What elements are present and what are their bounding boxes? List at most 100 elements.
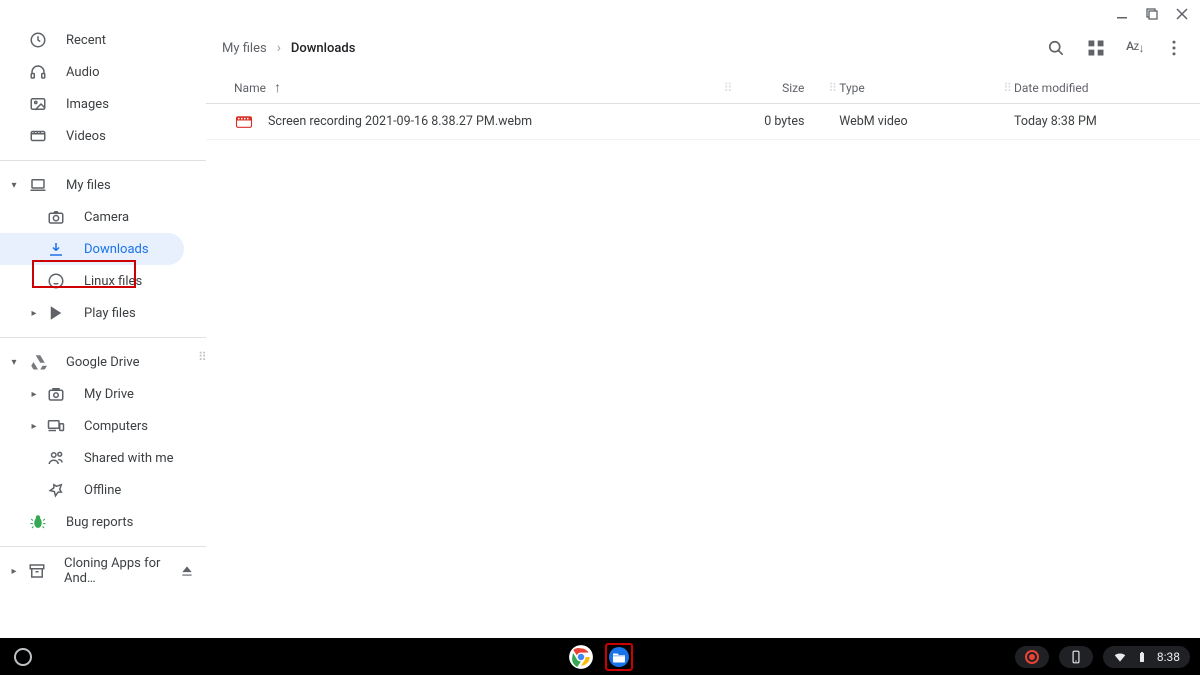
chevron-right-icon: › [277, 40, 281, 56]
sidebar-item-label: My Drive [84, 387, 134, 402]
image-icon [28, 94, 48, 114]
more-options-button[interactable] [1164, 38, 1184, 58]
minimize-button[interactable] [1114, 6, 1130, 22]
phone-hub-button[interactable] [1059, 646, 1093, 668]
sidebar-item-linux[interactable]: Linux files [0, 265, 206, 297]
file-name: Screen recording 2021-09-16 8.38.27 PM.w… [268, 114, 720, 129]
sidebar-item-videos[interactable]: Videos [0, 120, 206, 152]
sidebar-item-mydrive[interactable]: ▸ My Drive [0, 378, 206, 410]
column-header-size[interactable]: Size [734, 81, 824, 95]
window-controls [1114, 6, 1190, 22]
laptop-icon [28, 175, 48, 195]
sidebar-item-downloads[interactable]: Downloads [0, 233, 184, 265]
file-type: WebM video [839, 114, 999, 129]
chevron-right-icon[interactable]: ▸ [28, 388, 40, 400]
sidebar-item-label: Computers [84, 419, 148, 434]
sidebar-item-bugreports[interactable]: Bug reports [0, 506, 206, 538]
divider [0, 160, 206, 161]
shelf: 8:38 [0, 638, 1200, 675]
battery-icon [1135, 650, 1149, 664]
video-file-icon [234, 112, 254, 132]
wifi-icon [1113, 650, 1127, 664]
phone-icon [1069, 650, 1083, 664]
people-icon [46, 448, 66, 468]
sidebar-item-images[interactable]: Images [0, 88, 206, 120]
close-button[interactable] [1174, 6, 1190, 22]
chevron-down-icon[interactable]: ▾ [8, 356, 20, 368]
sidebar-item-label: Shared with me [84, 451, 174, 466]
archive-icon [28, 561, 46, 581]
breadcrumb: My files › Downloads [222, 40, 355, 56]
sidebar-item-label: Linux files [84, 274, 142, 289]
main-content: My files › Downloads AZ↓ Name ↑ ⠿ Size ⠿… [206, 24, 1200, 638]
bug-icon [28, 512, 48, 532]
breadcrumb-root[interactable]: My files [222, 41, 267, 56]
sidebar: Recent Audio Images Videos ▾ My files Ca… [0, 24, 206, 638]
headphones-icon [28, 62, 48, 82]
recording-indicator[interactable] [1015, 646, 1049, 668]
divider [0, 546, 206, 547]
chevron-down-icon[interactable]: ▾ [8, 179, 20, 191]
maximize-button[interactable] [1144, 6, 1160, 22]
column-header-date[interactable]: Date modified [1014, 81, 1184, 95]
chevron-right-icon[interactable]: ▸ [8, 565, 20, 577]
sidebar-item-offline[interactable]: Offline [0, 474, 206, 506]
video-icon [28, 126, 48, 146]
file-row[interactable]: Screen recording 2021-09-16 8.38.27 PM.w… [206, 104, 1200, 140]
sort-button[interactable]: AZ↓ [1126, 39, 1144, 57]
files-app-icon[interactable] [605, 643, 633, 671]
sidebar-item-label: Cloning Apps for And… [64, 556, 180, 586]
sidebar-item-label: Audio [66, 65, 99, 80]
chrome-app-icon[interactable] [567, 643, 595, 671]
sidebar-item-label: Offline [84, 483, 121, 498]
devices-icon [46, 416, 66, 436]
sidebar-item-label: My files [66, 178, 111, 193]
play-store-icon [46, 303, 66, 323]
sidebar-item-myfiles[interactable]: ▾ My files [0, 169, 206, 201]
download-icon [46, 239, 66, 259]
sidebar-item-label: Play files [84, 306, 136, 321]
sidebar-item-label: Images [66, 97, 109, 112]
sidebar-item-label: Recent [66, 33, 106, 48]
divider [0, 337, 206, 338]
chevron-right-icon[interactable]: ▸ [28, 307, 40, 319]
sort-ascending-icon: ↑ [274, 79, 281, 96]
column-resize-handle[interactable]: ⠿ [824, 81, 839, 95]
file-list-header: Name ↑ ⠿ Size ⠿ Type ⠿ Date modified [206, 72, 1200, 104]
clock-icon [28, 30, 48, 50]
drive-folder-icon [46, 384, 66, 404]
sidebar-item-label: Downloads [84, 242, 149, 257]
resize-handle-icon[interactable]: ⠿ [198, 350, 205, 364]
launcher-button[interactable] [14, 648, 32, 666]
grid-view-button[interactable] [1086, 38, 1106, 58]
recording-icon [1025, 650, 1039, 664]
pin-icon [46, 480, 66, 500]
sidebar-item-cloning[interactable]: ▸ Cloning Apps for And… [0, 555, 206, 587]
file-date: Today 8:38 PM [1014, 114, 1184, 129]
search-button[interactable] [1046, 38, 1066, 58]
sidebar-item-camera[interactable]: Camera [0, 201, 206, 233]
chevron-right-icon[interactable]: ▸ [28, 420, 40, 432]
breadcrumb-current: Downloads [291, 41, 355, 56]
sidebar-item-label: Videos [66, 129, 106, 144]
sidebar-item-audio[interactable]: Audio [0, 56, 206, 88]
sidebar-item-googledrive[interactable]: ▾ Google Drive [0, 346, 206, 378]
sidebar-item-recent[interactable]: Recent [0, 24, 206, 56]
sidebar-item-shared[interactable]: Shared with me [0, 442, 206, 474]
file-size: 0 bytes [734, 114, 824, 129]
sidebar-item-label: Google Drive [66, 355, 139, 370]
column-resize-handle[interactable]: ⠿ [999, 81, 1014, 95]
sidebar-item-label: Bug reports [66, 515, 133, 530]
column-header-name[interactable]: Name [234, 81, 266, 95]
clock-label: 8:38 [1157, 650, 1180, 664]
toolbar: My files › Downloads AZ↓ [206, 24, 1200, 72]
eject-icon[interactable] [180, 564, 194, 578]
linux-icon [46, 271, 66, 291]
google-drive-icon [28, 352, 48, 372]
column-resize-handle[interactable]: ⠿ [720, 81, 735, 95]
sidebar-item-computers[interactable]: ▸ Computers [0, 410, 206, 442]
column-header-type[interactable]: Type [839, 81, 999, 95]
sidebar-item-playfiles[interactable]: ▸ Play files [0, 297, 206, 329]
status-tray[interactable]: 8:38 [1103, 646, 1190, 668]
sidebar-item-label: Camera [84, 210, 129, 225]
